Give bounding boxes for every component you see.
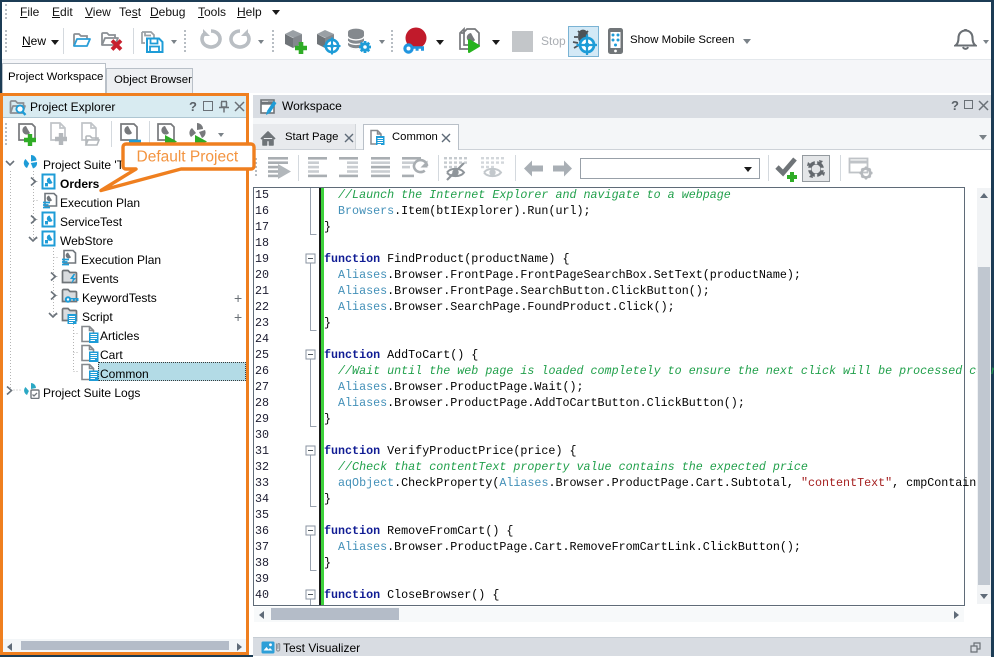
svg-text:Default Project: Default Project — [137, 149, 239, 166]
